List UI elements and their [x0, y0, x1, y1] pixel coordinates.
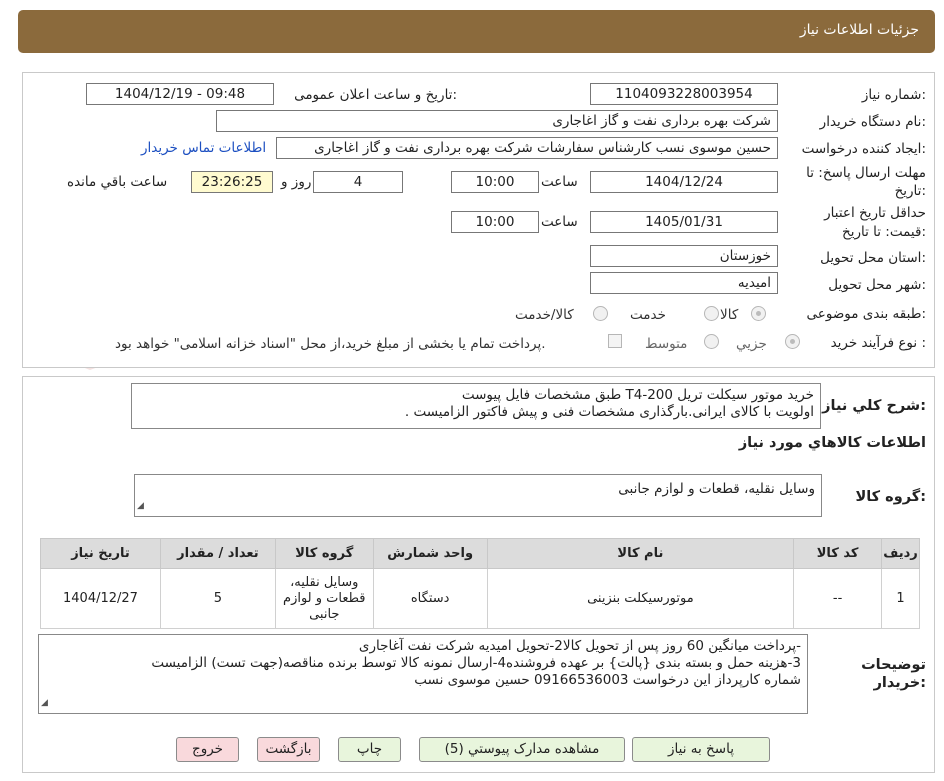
- reply-button[interactable]: پاسخ به نیاز: [632, 737, 770, 762]
- process-minor-label: جزیي: [736, 336, 767, 352]
- goods-group-value: وسایل نقلیه، قطعات و لوازم جانبی: [618, 481, 815, 497]
- category-service-label: خدمت: [630, 307, 666, 323]
- validity-label: حداقل تاریخ اعتبار: [824, 205, 926, 221]
- page-header: جزئیات اطلاعات نیاز: [18, 10, 935, 53]
- col-row: رديف: [881, 538, 920, 569]
- process-radio-minor[interactable]: [785, 334, 800, 349]
- notes-line-2: 3-هزینه حمل و بسته بندی {پالت} بر عهده ف…: [151, 655, 801, 671]
- summary-line-2: اولویت با کالای ایرانی.بارگذاری مشخصات ف…: [404, 404, 814, 420]
- items-table-header: رديف کد کالا نام کالا واحد شمارش گروه کا…: [40, 538, 920, 569]
- view-attachments-button[interactable]: مشاهده مدارک پیوستي (5): [419, 737, 625, 762]
- requester-label: ایجاد کننده درخواست:: [801, 141, 926, 157]
- validity-time-label: ساعت: [541, 214, 578, 230]
- resize-grip-icon: ◢: [137, 501, 144, 511]
- remaining-time-field: 23:26:25: [191, 171, 273, 193]
- cell-group-line-1: وسایل نقلیه،: [290, 574, 359, 590]
- page-title: جزئیات اطلاعات نیاز: [799, 22, 919, 38]
- province-label: استان محل تحویل:: [820, 250, 926, 266]
- cell-group: وسایل نقلیه، قطعات و لوازم جانبی: [274, 568, 374, 629]
- request-info-panel: شماره نیاز: 1104093228003954 تاریخ و ساع…: [22, 72, 935, 368]
- table-row[interactable]: 1 -- موتورسیکلت بنزینی دستگاه وسایل نقلی…: [40, 568, 920, 629]
- validity-date-field[interactable]: 1405/01/31: [590, 211, 778, 233]
- category-goods-label: کالا: [720, 307, 739, 323]
- buyer-notes-textarea[interactable]: -پرداخت میانگین 60 روز پس از تحویل کالا2…: [38, 634, 808, 714]
- goods-section-title: اطلاعات کالاهاي مورد نياز: [738, 435, 926, 451]
- buyer-contact-link[interactable]: اطلاعات تماس خریدار: [141, 140, 266, 156]
- cell-row: 1: [881, 568, 920, 629]
- province-field[interactable]: خوزستان: [590, 245, 778, 267]
- cell-code: --: [793, 568, 883, 629]
- deadline-date-field[interactable]: 1404/12/24: [590, 171, 778, 193]
- process-label: نوع فرآیند خرید :: [830, 335, 926, 351]
- cell-unit: دستگاه: [372, 568, 488, 629]
- col-unit: واحد شمارش: [372, 538, 488, 569]
- print-button[interactable]: چاپ: [338, 737, 401, 762]
- days-label: روز و: [281, 174, 312, 190]
- need-number-label: شماره نیاز:: [861, 87, 926, 103]
- days-field[interactable]: 4: [313, 171, 403, 193]
- deadline-time-label: ساعت: [541, 174, 578, 190]
- col-qty: تعداد / مقدار: [159, 538, 276, 569]
- process-medium-label: متوسط: [645, 336, 688, 352]
- summary-textarea[interactable]: خرید موتور سیکلت تریل T4-200 طبق مشخصات …: [131, 383, 821, 429]
- city-label: شهر محل تحویل:: [828, 277, 926, 293]
- back-button[interactable]: بازگشت: [257, 737, 320, 762]
- treasury-payment-note: پرداخت تمام یا بخشی از مبلغ خرید،از محل …: [115, 336, 546, 352]
- notes-line-1: -پرداخت میانگین 60 روز پس از تحویل کالا2…: [358, 638, 801, 654]
- buyer-notes-label: توضیحات: [861, 657, 926, 673]
- col-date: تاریخ نیاز: [40, 538, 161, 569]
- validity-label-2: قیمت: تا تاریخ:: [841, 224, 926, 240]
- remaining-label: ساعت باقي مانده: [67, 174, 168, 190]
- cell-group-line-3: جانبی: [309, 606, 340, 622]
- treasury-payment-checkbox[interactable]: [608, 334, 622, 348]
- summary-line-1: خرید موتور سیکلت تریل T4-200 طبق مشخصات …: [461, 387, 814, 403]
- category-radio-goods-service[interactable]: [593, 306, 608, 321]
- cell-group-line-2: قطعات و لوازم: [283, 590, 366, 606]
- category-goods-service-label: کالا/خدمت: [515, 307, 574, 323]
- validity-time-field[interactable]: 10:00: [451, 211, 539, 233]
- goods-group-textarea[interactable]: وسایل نقلیه، قطعات و لوازم جانبی ◢: [134, 474, 822, 517]
- exit-button[interactable]: خروج: [176, 737, 239, 762]
- deadline-label-2: تاریخ:: [894, 183, 926, 199]
- items-table: رديف کد کالا نام کالا واحد شمارش گروه کا…: [40, 538, 920, 629]
- deadline-label: مهلت ارسال پاسخ: تا: [806, 165, 926, 181]
- notes-line-3: شماره کارپرداز این درخواست 09166536003 ح…: [414, 672, 801, 688]
- announce-label: تاریخ و ساعت اعلان عمومی:: [294, 87, 457, 103]
- city-field[interactable]: امیدیه: [590, 272, 778, 294]
- goods-group-label: گروه کالا:: [855, 489, 926, 505]
- col-code: کد کالا: [793, 538, 883, 569]
- col-group: گروه کالا: [274, 538, 374, 569]
- buyer-org-field[interactable]: شرکت بهره برداری نفت و گاز اغاجاری: [216, 110, 778, 132]
- category-radio-goods[interactable]: [751, 306, 766, 321]
- need-number-field[interactable]: 1104093228003954: [590, 83, 778, 105]
- cell-qty: 5: [159, 568, 276, 629]
- summary-label: شرح کلي نياز:: [822, 398, 926, 414]
- buyer-notes-label-2: خریدار:: [873, 675, 926, 691]
- deadline-time-field[interactable]: 10:00: [451, 171, 539, 193]
- col-name: نام کالا: [486, 538, 795, 569]
- resize-grip-icon: ◢: [41, 698, 48, 708]
- category-radio-service[interactable]: [704, 306, 719, 321]
- requester-field[interactable]: حسین موسوی نسب کارشناس سفارشات شرکت بهره…: [276, 137, 778, 159]
- buyer-org-label: نام دستگاه خریدار:: [819, 114, 926, 130]
- process-radio-medium[interactable]: [704, 334, 719, 349]
- need-details-panel: شرح کلي نياز: خرید موتور سیکلت تریل T4-2…: [22, 376, 935, 773]
- announce-datetime-field[interactable]: 1404/12/19 - 09:48: [86, 83, 274, 105]
- cell-name: موتورسیکلت بنزینی: [486, 568, 795, 629]
- cell-date: 1404/12/27: [40, 568, 161, 629]
- category-label: طبقه بندی موضوعی:: [806, 306, 926, 322]
